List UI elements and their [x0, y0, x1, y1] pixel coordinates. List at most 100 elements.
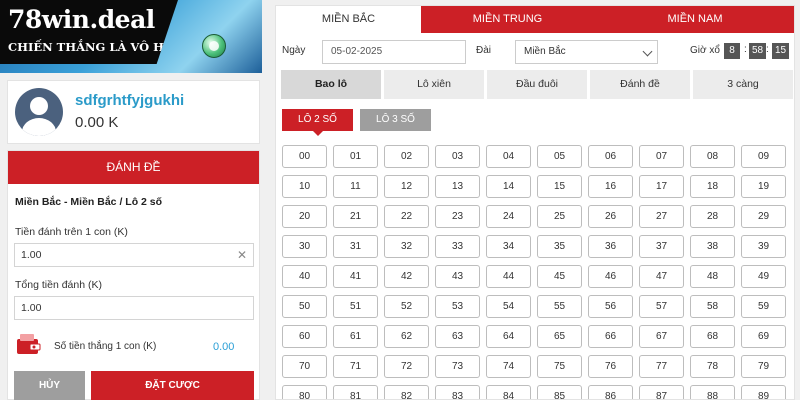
number-cell[interactable]: 77	[639, 355, 684, 378]
cancel-button[interactable]: HỦY	[14, 371, 85, 400]
number-cell[interactable]: 31	[333, 235, 378, 258]
number-cell[interactable]: 22	[384, 205, 429, 228]
number-cell[interactable]: 69	[741, 325, 786, 348]
tab-danh-de[interactable]: Đánh đề	[590, 70, 690, 99]
number-cell[interactable]: 07	[639, 145, 684, 168]
brand-logo[interactable]: 78win.deal	[8, 5, 155, 34]
total-input[interactable]: 1.00	[14, 296, 254, 320]
number-cell[interactable]: 05	[537, 145, 582, 168]
date-input[interactable]: 05-02-2025	[322, 40, 466, 64]
number-cell[interactable]: 75	[537, 355, 582, 378]
number-cell[interactable]: 66	[588, 325, 633, 348]
number-cell[interactable]: 72	[384, 355, 429, 378]
tab-3-cang[interactable]: 3 càng	[693, 70, 793, 99]
stake-input[interactable]: 1.00 ✕	[14, 243, 254, 267]
number-cell[interactable]: 03	[435, 145, 480, 168]
number-cell[interactable]: 71	[333, 355, 378, 378]
clear-icon[interactable]: ✕	[237, 244, 247, 266]
tab-mien-nam[interactable]: MIỀN NAM	[594, 6, 794, 33]
number-cell[interactable]: 12	[384, 175, 429, 198]
tab-bao-lo[interactable]: Bao lô	[281, 70, 381, 99]
number-cell[interactable]: 87	[639, 385, 684, 399]
number-cell[interactable]: 49	[741, 265, 786, 288]
number-cell[interactable]: 54	[486, 295, 531, 318]
number-cell[interactable]: 70	[282, 355, 327, 378]
number-cell[interactable]: 36	[588, 235, 633, 258]
number-cell[interactable]: 41	[333, 265, 378, 288]
number-cell[interactable]: 13	[435, 175, 480, 198]
number-cell[interactable]: 10	[282, 175, 327, 198]
number-cell[interactable]: 16	[588, 175, 633, 198]
tab-dau-duoi[interactable]: Đầu đuôi	[487, 70, 587, 99]
number-cell[interactable]: 65	[537, 325, 582, 348]
number-cell[interactable]: 81	[333, 385, 378, 399]
number-cell[interactable]: 79	[741, 355, 786, 378]
number-cell[interactable]: 29	[741, 205, 786, 228]
number-cell[interactable]: 88	[690, 385, 735, 399]
number-cell[interactable]: 34	[486, 235, 531, 258]
number-cell[interactable]: 55	[537, 295, 582, 318]
number-cell[interactable]: 19	[741, 175, 786, 198]
number-cell[interactable]: 78	[690, 355, 735, 378]
number-cell[interactable]: 74	[486, 355, 531, 378]
place-bet-button[interactable]: ĐẶT CƯỢC	[91, 371, 254, 400]
number-cell[interactable]: 59	[741, 295, 786, 318]
number-cell[interactable]: 11	[333, 175, 378, 198]
number-cell[interactable]: 50	[282, 295, 327, 318]
number-cell[interactable]: 25	[537, 205, 582, 228]
number-cell[interactable]: 67	[639, 325, 684, 348]
number-cell[interactable]: 89	[741, 385, 786, 399]
number-cell[interactable]: 61	[333, 325, 378, 348]
number-cell[interactable]: 42	[384, 265, 429, 288]
number-cell[interactable]: 43	[435, 265, 480, 288]
number-cell[interactable]: 80	[282, 385, 327, 399]
number-cell[interactable]: 58	[690, 295, 735, 318]
number-cell[interactable]: 00	[282, 145, 327, 168]
number-cell[interactable]: 14	[486, 175, 531, 198]
number-cell[interactable]: 46	[588, 265, 633, 288]
number-cell[interactable]: 62	[384, 325, 429, 348]
number-cell[interactable]: 24	[486, 205, 531, 228]
number-cell[interactable]: 17	[639, 175, 684, 198]
number-cell[interactable]: 57	[639, 295, 684, 318]
number-cell[interactable]: 86	[588, 385, 633, 399]
number-cell[interactable]: 37	[639, 235, 684, 258]
number-cell[interactable]: 18	[690, 175, 735, 198]
number-cell[interactable]: 64	[486, 325, 531, 348]
number-cell[interactable]: 27	[639, 205, 684, 228]
number-cell[interactable]: 20	[282, 205, 327, 228]
number-cell[interactable]: 02	[384, 145, 429, 168]
number-cell[interactable]: 53	[435, 295, 480, 318]
number-cell[interactable]: 44	[486, 265, 531, 288]
number-cell[interactable]: 33	[435, 235, 480, 258]
number-cell[interactable]: 04	[486, 145, 531, 168]
number-cell[interactable]: 47	[639, 265, 684, 288]
number-cell[interactable]: 48	[690, 265, 735, 288]
station-select[interactable]: Miền Bắc	[515, 40, 658, 64]
number-cell[interactable]: 39	[741, 235, 786, 258]
number-cell[interactable]: 21	[333, 205, 378, 228]
number-cell[interactable]: 63	[435, 325, 480, 348]
number-cell[interactable]: 15	[537, 175, 582, 198]
number-cell[interactable]: 23	[435, 205, 480, 228]
number-cell[interactable]: 01	[333, 145, 378, 168]
number-cell[interactable]: 09	[741, 145, 786, 168]
number-cell[interactable]: 82	[384, 385, 429, 399]
number-cell[interactable]: 06	[588, 145, 633, 168]
number-cell[interactable]: 30	[282, 235, 327, 258]
tab-lo-3-so[interactable]: LÔ 3 SỐ	[360, 109, 431, 131]
number-cell[interactable]: 68	[690, 325, 735, 348]
number-cell[interactable]: 38	[690, 235, 735, 258]
number-cell[interactable]: 73	[435, 355, 480, 378]
number-cell[interactable]: 84	[486, 385, 531, 399]
number-cell[interactable]: 45	[537, 265, 582, 288]
number-cell[interactable]: 40	[282, 265, 327, 288]
tab-lo-xien[interactable]: Lô xiên	[384, 70, 484, 99]
number-cell[interactable]: 83	[435, 385, 480, 399]
tab-mien-trung[interactable]: MIỀN TRUNG	[421, 6, 594, 33]
number-cell[interactable]: 08	[690, 145, 735, 168]
number-cell[interactable]: 76	[588, 355, 633, 378]
tab-lo-2-so[interactable]: LÔ 2 SỐ	[282, 109, 353, 131]
number-cell[interactable]: 85	[537, 385, 582, 399]
number-cell[interactable]: 32	[384, 235, 429, 258]
